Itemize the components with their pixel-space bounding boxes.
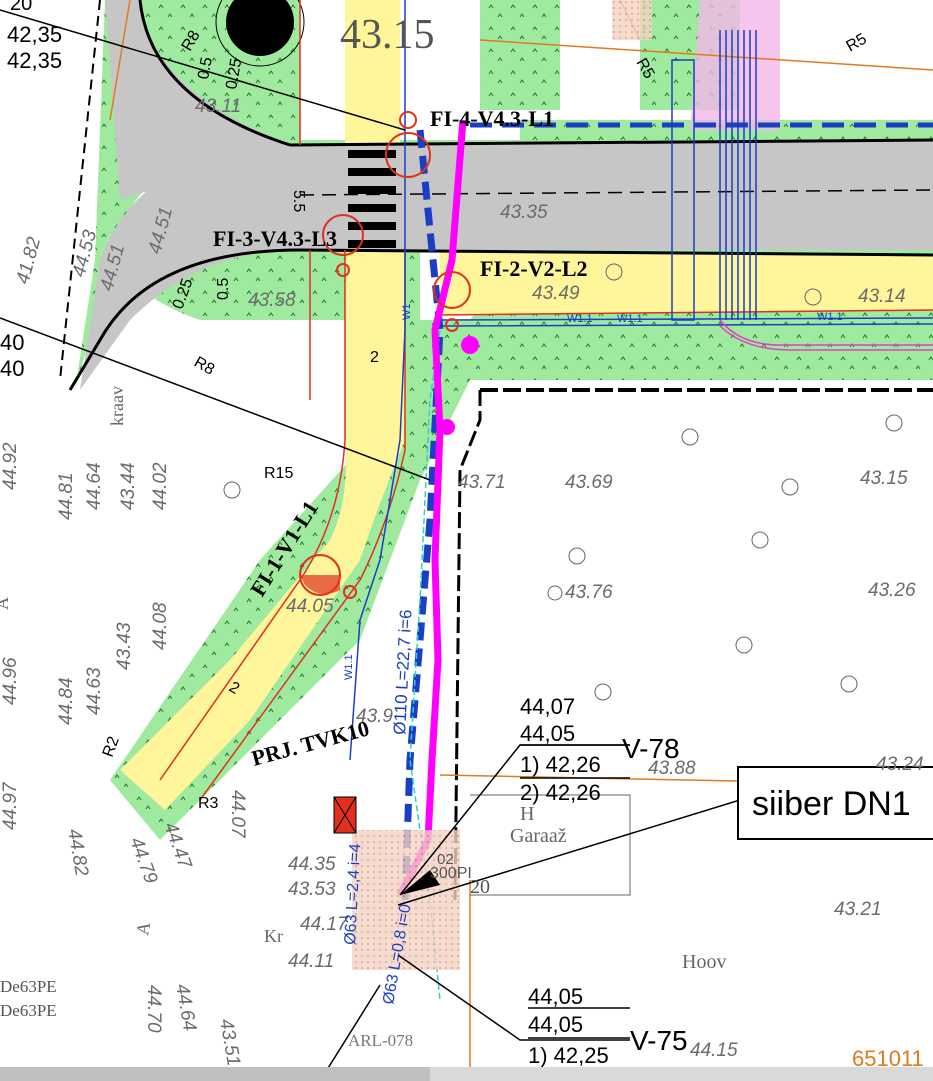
de63-label: De63PE bbox=[0, 977, 57, 996]
elevation-label: 43.49 bbox=[532, 283, 580, 304]
garage-label: Garaaž bbox=[510, 825, 567, 847]
node-number: 02 bbox=[437, 851, 454, 868]
dimension-label: 2 bbox=[370, 349, 379, 366]
elevation-label: 43.11 bbox=[195, 96, 241, 117]
elevation-label: 44.15 bbox=[690, 1040, 738, 1061]
horizontal-scrollbar[interactable] bbox=[0, 1067, 933, 1081]
elevation-label: 43.9 bbox=[356, 706, 393, 727]
left-elevation: 44.70 bbox=[143, 985, 164, 1033]
left-elevation: 44.64 bbox=[171, 982, 200, 1032]
left-elevation: 44.79 bbox=[125, 835, 161, 887]
elevation-label: 44.07 bbox=[227, 790, 248, 839]
hatched-pad bbox=[612, 0, 652, 40]
left-elevation: 44.47 bbox=[159, 820, 195, 873]
radius-label: R5 bbox=[844, 30, 870, 55]
left-elevation: 44.81 bbox=[56, 472, 77, 520]
a-label: A bbox=[132, 920, 154, 936]
a-label: A bbox=[0, 597, 12, 610]
left-elevation: 44.96 bbox=[0, 657, 21, 705]
callout-v78-code: V-78 bbox=[622, 733, 680, 764]
pipe-label: W1.1 bbox=[817, 311, 843, 323]
left-elevation: 43.44 bbox=[118, 462, 139, 510]
top-left-value-2: 42,35 bbox=[7, 22, 62, 47]
elevation-label: 44.11 bbox=[288, 951, 334, 972]
left-elevation: 44.63 bbox=[84, 667, 105, 715]
plot-number: 43.15 bbox=[340, 12, 435, 58]
arl-label: ARL-078 bbox=[348, 1031, 413, 1050]
top-left-value-3: 42,35 bbox=[7, 48, 62, 73]
magenta-node[interactable] bbox=[439, 419, 455, 435]
radius-label: R8 bbox=[191, 354, 217, 379]
left-elevation: 44.64 bbox=[84, 462, 105, 510]
elevation-label: 43.26 bbox=[868, 580, 916, 601]
valve-callout-text: siiber DN1 bbox=[752, 785, 911, 823]
elevation-label: 43.21 bbox=[834, 899, 882, 920]
magenta-node[interactable] bbox=[461, 336, 479, 354]
left-value-1: 40 bbox=[0, 330, 24, 355]
kr-label: Kr bbox=[264, 926, 283, 946]
left-elevation: 44.08 bbox=[150, 602, 171, 650]
callout-v78-line: 2) 42,26 bbox=[520, 780, 601, 805]
left-elevation: 43.51 bbox=[215, 1017, 244, 1067]
pink-zone bbox=[690, 0, 780, 130]
elevation-label: 43.14 bbox=[858, 286, 906, 307]
left-elevation: 44.84 bbox=[56, 677, 77, 725]
left-elevation: 41.82 bbox=[13, 235, 46, 287]
elevation-label: 44.35 bbox=[288, 854, 336, 875]
elevation-label: 43.53 bbox=[288, 879, 336, 900]
callout-v78-line: 44,07 bbox=[520, 694, 575, 719]
left-elevation: 43.43 bbox=[114, 622, 135, 670]
yard-label: Hoov bbox=[682, 951, 726, 973]
dimension-label: 5.5 bbox=[290, 190, 307, 212]
pipe-label: W1 bbox=[401, 304, 413, 321]
garage-h-label: H bbox=[520, 803, 534, 825]
callout-v75-line: 44,05 bbox=[528, 1012, 583, 1037]
elevation-label: 43.24 bbox=[876, 754, 924, 775]
dimension-label: 0.5 bbox=[215, 278, 232, 300]
elevation-label: 44.05 bbox=[286, 596, 334, 617]
elevation-label: 43.76 bbox=[565, 582, 613, 603]
scrollbar-thumb[interactable] bbox=[0, 1067, 430, 1081]
callout-v78-line: 1) 42,26 bbox=[520, 752, 601, 777]
elevation-label: 44.17 bbox=[300, 914, 349, 935]
elevation-label: 43.35 bbox=[500, 202, 548, 223]
pipe-label: W1.1 bbox=[343, 654, 355, 680]
pipe-label: W1.1 bbox=[617, 313, 643, 325]
left-elevation: 44.02 bbox=[150, 462, 171, 510]
radius-label: R3 bbox=[198, 795, 219, 812]
callout-v75-line: 1) 42,25 bbox=[528, 1043, 609, 1068]
site-plan-map: 43.15 20 42,35 42,35 40 40 FI-4-V4.3-L1 … bbox=[0, 0, 933, 1081]
hydrant-label-fi2: FI-2-V2-L2 bbox=[480, 256, 588, 281]
left-elevation: 44.97 bbox=[0, 781, 21, 830]
top-left-value-1: 20 bbox=[10, 0, 32, 15]
elevation-label: 43.15 bbox=[860, 468, 908, 489]
radius-label: R15 bbox=[264, 465, 293, 482]
node-number: 20 bbox=[470, 876, 490, 898]
radius-label: R2 bbox=[100, 734, 123, 759]
left-value-2: 40 bbox=[0, 356, 24, 381]
callout-v75-line: 44,05 bbox=[528, 984, 583, 1009]
elevation-label: 43.69 bbox=[565, 472, 613, 493]
pipe-label: W1.1 bbox=[567, 313, 593, 325]
elevation-label: 43.71 bbox=[458, 472, 506, 493]
left-elevation: 44.92 bbox=[0, 442, 21, 490]
kraav-label: kraav bbox=[107, 386, 127, 426]
callout-v78-line: 44,05 bbox=[520, 721, 575, 746]
callout-v75-code: V-75 bbox=[630, 1025, 688, 1056]
elevation-label: 43.58 bbox=[248, 290, 296, 311]
hydrant-label-fi3: FI-3-V4.3-L3 bbox=[213, 226, 337, 251]
left-elevation: 44.82 bbox=[63, 827, 92, 878]
de63-label: De63PE bbox=[0, 1001, 57, 1020]
hydrant-label-fi4: FI-4-V4.3-L1 bbox=[430, 106, 554, 131]
